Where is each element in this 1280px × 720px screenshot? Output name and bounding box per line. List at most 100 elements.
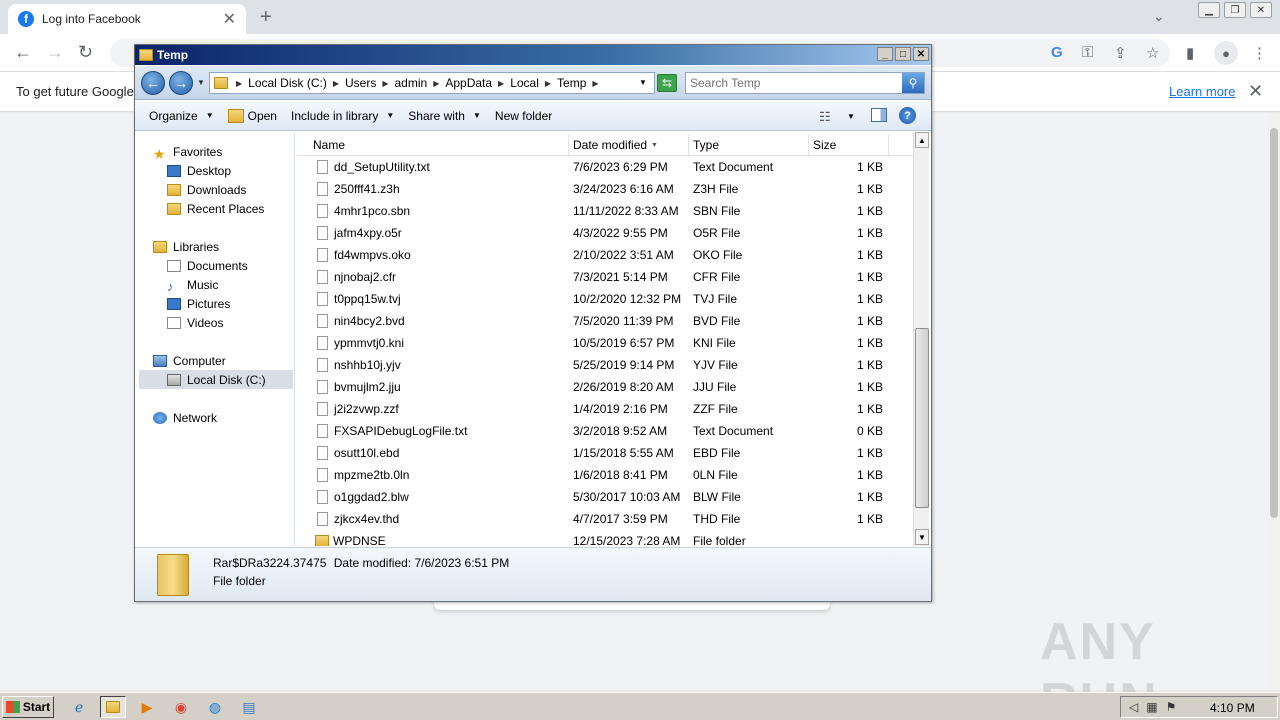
file-row[interactable]: 4mhr1pco.sbn 11/11/2022 8:33 AM SBN File 1 … xyxy=(297,200,913,222)
file-row[interactable]: j2i2zvwp.zzf 1/4/2019 2:16 PM ZZF File 1 KB xyxy=(297,398,913,420)
breadcrumb-local-disk[interactable]: Local Disk (C:) xyxy=(248,76,327,90)
key-icon[interactable]: ⚿ xyxy=(1082,44,1093,61)
nav-documents[interactable]: Documents xyxy=(167,256,248,275)
explorer-taskbar-icon[interactable] xyxy=(100,696,126,718)
view-options-icon[interactable]: ☷ xyxy=(819,109,831,125)
clock[interactable]: 4:10 PM xyxy=(1210,701,1255,715)
share-with-button[interactable]: Share with ▼ xyxy=(408,109,481,123)
file-row[interactable]: mpzme2tb.0ln 1/6/2018 8:41 PM 0LN File 1 KB xyxy=(297,464,913,486)
nav-computer[interactable]: Computer xyxy=(153,351,226,370)
breadcrumb-temp[interactable]: Temp xyxy=(557,76,586,90)
page-scroll-thumb[interactable] xyxy=(1270,128,1278,518)
column-header-name[interactable]: Name xyxy=(309,134,569,156)
side-panel-icon[interactable]: ▮ xyxy=(1186,44,1194,62)
nav-network[interactable]: Network xyxy=(153,408,217,427)
reload-icon[interactable]: ↻ xyxy=(78,42,93,63)
help-icon[interactable]: ? xyxy=(899,107,916,124)
file-row[interactable]: FXSAPIDebugLogFile.txt 3/2/2018 9:52 AM Te… xyxy=(297,420,913,442)
file-row[interactable]: nin4bcy2.bvd 7/5/2020 11:39 PM BVD File 1 K… xyxy=(297,310,913,332)
nav-favorites[interactable]: ★ Favorites xyxy=(153,142,222,162)
media-player-icon[interactable]: ▶ xyxy=(134,696,160,718)
file-row[interactable]: dd_SetupUtility.txt 7/6/2023 6:29 PM Text … xyxy=(297,156,913,178)
file-row[interactable]: zjkcx4ev.thd 4/7/2017 3:59 PM THD File 1 KB xyxy=(297,508,913,530)
chevron-right-icon[interactable]: ▶ xyxy=(236,79,242,88)
nav-libraries[interactable]: Libraries xyxy=(153,237,219,256)
edge-icon[interactable]: ◍ xyxy=(202,696,228,718)
action-center-flag-icon[interactable]: ⚑ xyxy=(1166,700,1177,714)
search-icon[interactable]: ⚲ xyxy=(902,73,924,93)
file-row[interactable]: njnobaj2.cfr 7/3/2021 5:14 PM CFR File 1 KB xyxy=(297,266,913,288)
notepad-icon[interactable]: ▤ xyxy=(236,696,262,718)
chevron-right-icon[interactable]: ▶ xyxy=(592,79,598,88)
infobar-close-button[interactable]: ✕ xyxy=(1248,81,1263,102)
search-input[interactable] xyxy=(690,76,904,90)
forward-arrow-icon[interactable]: → xyxy=(46,42,64,63)
maximize-icon[interactable]: □ xyxy=(895,47,911,61)
file-row[interactable]: ypmmvtj0.kni 10/5/2019 6:57 PM KNI File 1 K… xyxy=(297,332,913,354)
chevron-right-icon[interactable]: ▶ xyxy=(433,79,439,88)
forward-arrow-icon[interactable]: → xyxy=(169,71,193,95)
minimize-icon[interactable]: _ xyxy=(877,47,893,61)
file-row[interactable]: bvmujlm2.jju 2/26/2019 8:20 AM JJU File 1 K… xyxy=(297,376,913,398)
scroll-up-arrow-icon[interactable]: ▲ xyxy=(915,132,929,148)
close-icon[interactable]: ✕ xyxy=(1250,2,1272,18)
new-tab-button[interactable]: + xyxy=(260,6,272,29)
back-arrow-icon[interactable]: ← xyxy=(141,71,165,95)
breadcrumb-local[interactable]: Local xyxy=(510,76,539,90)
breadcrumb-users[interactable]: Users xyxy=(345,76,376,90)
scroll-down-arrow-icon[interactable]: ▼ xyxy=(915,529,929,545)
breadcrumb[interactable]: ▶ Local Disk (C:) ▶ Users ▶ admin ▶ AppD… xyxy=(209,72,655,94)
nav-desktop[interactable]: Desktop xyxy=(167,161,231,180)
nav-videos[interactable]: Videos xyxy=(167,313,223,332)
explorer-titlebar[interactable]: Temp _ □ ✕ xyxy=(135,45,931,65)
column-header-type[interactable]: Type xyxy=(689,134,809,156)
tab-close-button[interactable]: ✕ xyxy=(223,9,236,29)
preview-pane-icon[interactable] xyxy=(871,108,887,122)
column-header-size[interactable]: Size xyxy=(809,134,889,156)
nav-downloads[interactable]: Downloads xyxy=(167,180,246,199)
column-header-date-modified[interactable]: Date modified ▼ xyxy=(569,134,689,156)
nav-local-disk[interactable]: Local Disk (C:) xyxy=(139,370,293,389)
learn-more-link[interactable]: Learn more xyxy=(1169,84,1235,99)
restore-icon[interactable]: ❐ xyxy=(1224,2,1246,18)
open-button[interactable]: Open xyxy=(227,108,277,123)
scroll-thumb[interactable] xyxy=(915,328,929,508)
profile-avatar[interactable]: ● xyxy=(1214,41,1238,65)
close-icon[interactable]: ✕ xyxy=(913,47,929,61)
refresh-icon[interactable]: ⇆ xyxy=(657,74,677,92)
file-row[interactable]: nshhb10j.yjv 5/25/2019 9:14 PM YJV File 1 K… xyxy=(297,354,913,376)
address-history-chevron-icon[interactable]: ▼ xyxy=(639,78,647,87)
file-row[interactable]: jafm4xpy.o5r 4/3/2022 9:55 PM O5R File 1 KB xyxy=(297,222,913,244)
chevron-right-icon[interactable]: ▶ xyxy=(382,79,388,88)
tab-search-icon[interactable]: ⌄ xyxy=(1153,8,1165,25)
chevron-right-icon[interactable]: ▶ xyxy=(333,79,339,88)
include-in-library-button[interactable]: Include in library ▼ xyxy=(291,109,394,123)
file-list-scrollbar[interactable]: ▲ ▼ xyxy=(913,132,929,546)
chevron-right-icon[interactable]: ▶ xyxy=(545,79,551,88)
chrome-icon[interactable]: ◉ xyxy=(168,696,194,718)
nav-music[interactable]: ♪ Music xyxy=(167,275,218,294)
nav-recent-places[interactable]: Recent Places xyxy=(167,199,264,218)
breadcrumb-admin[interactable]: admin xyxy=(395,76,428,90)
file-row[interactable]: o1ggdad2.blw 5/30/2017 10:03 AM BLW File 1 … xyxy=(297,486,913,508)
minimize-icon[interactable]: ▁ xyxy=(1198,2,1220,18)
volume-icon[interactable]: ◁ xyxy=(1129,700,1138,714)
chevron-right-icon[interactable]: ▶ xyxy=(498,79,504,88)
file-row[interactable]: 250fff41.z3h 3/24/2023 6:16 AM Z3H File 1 K… xyxy=(297,178,913,200)
file-row[interactable]: t0ppq15w.tvj 10/2/2020 12:32 PM TVJ File 1 … xyxy=(297,288,913,310)
chevron-down-icon[interactable]: ▼ xyxy=(847,112,855,121)
share-icon[interactable]: ⇪ xyxy=(1114,44,1127,62)
ie-icon[interactable]: ℯ xyxy=(66,696,92,718)
google-icon[interactable]: G xyxy=(1051,44,1063,61)
file-row[interactable]: WPDNSE 12/15/2023 7:28 AM File folder xyxy=(297,530,913,546)
recent-pages-chevron-icon[interactable]: ▼ xyxy=(197,78,205,87)
organize-button[interactable]: Organize ▼ xyxy=(149,109,214,123)
nav-pictures[interactable]: Pictures xyxy=(167,294,230,313)
bookmark-star-icon[interactable]: ☆ xyxy=(1146,44,1159,62)
network-tray-icon[interactable]: ▦ xyxy=(1146,700,1157,714)
breadcrumb-appdata[interactable]: AppData xyxy=(445,76,492,90)
back-arrow-icon[interactable]: ← xyxy=(14,42,32,63)
start-button[interactable]: Start xyxy=(2,696,54,718)
file-row[interactable]: osutt10l.ebd 1/15/2018 5:55 AM EBD File 1 K… xyxy=(297,442,913,464)
tab-facebook[interactable]: f Log into Facebook ✕ xyxy=(8,4,246,34)
